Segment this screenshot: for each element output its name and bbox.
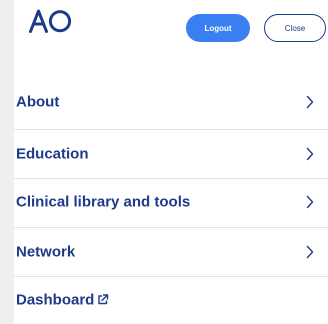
side-strip bbox=[0, 0, 14, 324]
menu-item-label: About bbox=[16, 93, 60, 111]
menu-item-label: Network bbox=[16, 243, 76, 261]
menu-item-dashboard[interactable]: Dashboard bbox=[16, 276, 314, 324]
menu-item-clinical-library[interactable]: Clinical library and tools bbox=[16, 178, 314, 226]
ao-logo[interactable] bbox=[29, 9, 73, 33]
external-link-icon bbox=[98, 294, 109, 305]
menu-item-about[interactable]: About bbox=[16, 78, 314, 126]
chevron-right-icon bbox=[306, 95, 314, 109]
chevron-right-icon bbox=[306, 195, 314, 209]
menu-item-label: Dashboard bbox=[16, 291, 95, 309]
chevron-right-icon bbox=[306, 147, 314, 161]
menu-item-label: Clinical library and tools bbox=[16, 193, 191, 211]
chevron-right-icon bbox=[306, 245, 314, 259]
menu-item-network[interactable]: Network bbox=[16, 228, 314, 276]
close-button[interactable]: Close bbox=[264, 14, 326, 42]
logout-button[interactable]: Logout bbox=[186, 14, 250, 42]
menu-item-education[interactable]: Education bbox=[16, 130, 314, 178]
menu-item-label: Education bbox=[16, 145, 89, 163]
menu-item-label-wrap: Dashboard bbox=[16, 292, 109, 309]
